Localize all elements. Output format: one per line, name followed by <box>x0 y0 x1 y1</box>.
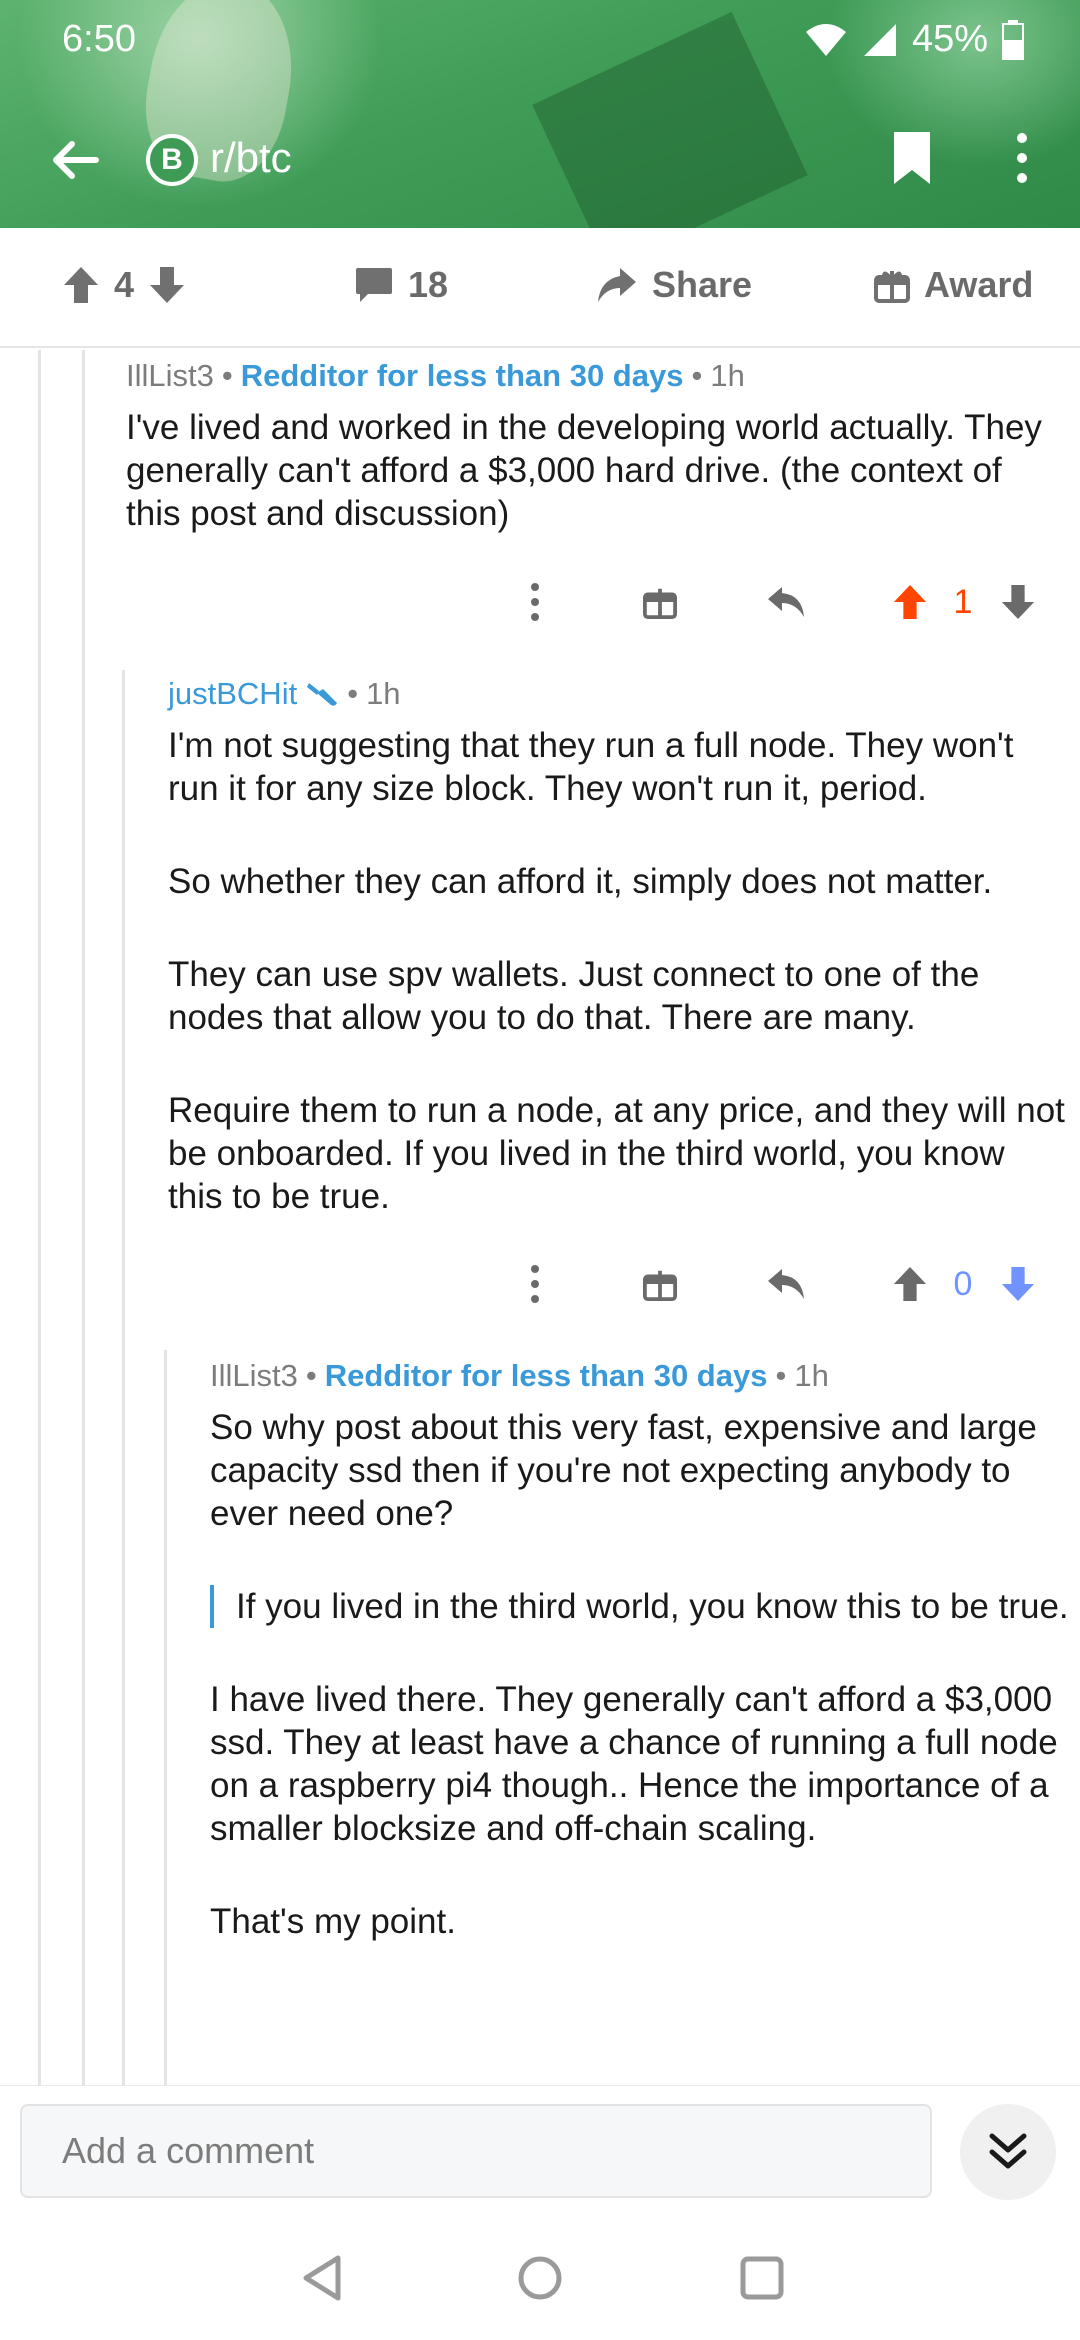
add-comment-input[interactable]: Add a comment <box>20 2104 932 2198</box>
comment-paragraph: That's my point. <box>210 1902 456 1941</box>
comment-body: I've lived and worked in the developing … <box>126 406 1046 535</box>
gift-icon <box>874 267 910 303</box>
thread-guide-line <box>122 670 125 2085</box>
share-label: Share <box>652 264 753 305</box>
status-time: 6:50 <box>62 18 136 60</box>
comment-actions: 1 <box>0 572 1080 632</box>
battery-icon <box>1002 19 1024 60</box>
gift-icon[interactable] <box>640 1264 680 1304</box>
toolbar: B r/btc <box>0 110 1080 200</box>
comment-paragraph: Require them to run a node, at any price… <box>168 1091 1065 1216</box>
comment-paragraph: They can use spv wallets. Just connect t… <box>168 955 980 1037</box>
upvote-arrow-icon[interactable] <box>890 580 930 624</box>
comment-paragraph: So whether they can afford it, simply do… <box>168 862 993 901</box>
double-chevron-down-icon <box>986 2130 1030 2174</box>
comment-actions: 0 <box>0 1254 1080 1314</box>
post-action-bar: 4 18 Share Award <box>0 228 1080 348</box>
downvote-arrow-icon[interactable] <box>148 265 186 305</box>
comment-time: 1h <box>710 358 745 393</box>
comment-meta: IllList3 • Redditor for less than 30 day… <box>126 358 745 394</box>
post-score: 4 <box>114 264 135 305</box>
reply-icon[interactable] <box>764 582 808 622</box>
comment-author[interactable]: justBCHit <box>168 676 297 712</box>
comment-paragraph: So why post about this very fast, expens… <box>210 1408 1037 1533</box>
comment-time: 1h <box>794 1358 829 1393</box>
wifi-icon <box>804 22 848 58</box>
post-vote-group: 4 <box>62 264 186 306</box>
upvote-arrow-icon[interactable] <box>62 265 100 305</box>
more-options-icon[interactable] <box>1002 128 1042 188</box>
mod-wrench-icon <box>305 679 339 709</box>
comment-time: 1h <box>366 676 401 711</box>
share-button[interactable]: Share <box>596 264 752 306</box>
bookmark-icon[interactable] <box>888 128 936 188</box>
comment-author[interactable]: IllList3 <box>126 358 214 394</box>
comment-score: 0 <box>953 1264 973 1303</box>
gift-icon[interactable] <box>640 582 680 622</box>
comment: justBCHit • 1h I'm not suggesting that t… <box>168 676 1068 1218</box>
signal-icon <box>862 22 898 58</box>
block-quote: If you lived in the third world, you kno… <box>210 1585 1070 1628</box>
comments-count: 18 <box>408 264 449 305</box>
more-options-icon[interactable] <box>520 578 550 626</box>
comment-author[interactable]: IllList3 <box>210 1358 298 1394</box>
comment: IllList3 • Redditor for less than 30 day… <box>210 1358 1070 1993</box>
comment-body: So why post about this very fast, expens… <box>210 1406 1070 1943</box>
author-flair: Redditor for less than 30 days <box>240 358 684 393</box>
downvote-arrow-icon[interactable] <box>998 580 1038 624</box>
back-arrow-icon[interactable] <box>44 130 104 190</box>
thread-guide-line <box>164 1350 167 2085</box>
comment-bar: Add a comment <box>0 2085 1080 2210</box>
comment-actions <box>0 2074 1080 2085</box>
comment-paragraph: I've lived and worked in the developing … <box>126 408 1042 533</box>
comment-paragraph: I have lived there. They generally can't… <box>210 1680 1058 1848</box>
status-icons: 45% <box>804 18 1024 61</box>
award-button[interactable]: Award <box>874 264 1033 306</box>
subreddit-name[interactable]: r/btc <box>210 134 292 182</box>
more-options-icon[interactable] <box>520 1260 550 1308</box>
downvote-arrow-icon[interactable] <box>998 1262 1038 1306</box>
comment-meta: IllList3 • Redditor for less than 30 day… <box>210 1358 829 1394</box>
comment-paragraph: I'm not suggesting that they run a full … <box>168 726 1014 808</box>
upvote-arrow-icon[interactable] <box>890 1262 930 1306</box>
comment-thread: IllList3 • Redditor for less than 30 day… <box>0 350 1080 2085</box>
nav-home-icon[interactable] <box>510 2248 570 2308</box>
nav-back-icon[interactable] <box>292 2248 352 2308</box>
comments-count-button[interactable]: 18 <box>354 264 448 306</box>
subreddit-header: 6:50 45% B r/btc <box>0 0 1080 228</box>
subreddit-icon[interactable]: B <box>146 134 198 186</box>
comment-score: 1 <box>953 582 973 621</box>
share-arrow-icon <box>596 266 638 304</box>
comment-bubble-icon <box>354 266 394 304</box>
reply-icon[interactable] <box>764 1264 808 1304</box>
comment: IllList3 • Redditor for less than 30 day… <box>126 358 1046 535</box>
collapse-thread-button[interactable] <box>960 2104 1056 2200</box>
nav-recents-icon[interactable] <box>732 2248 792 2308</box>
status-bar: 6:50 45% <box>0 0 1080 80</box>
comment-meta: justBCHit • 1h <box>168 676 401 712</box>
system-nav-bar <box>0 2210 1080 2340</box>
battery-percent: 45% <box>911 18 988 60</box>
author-flair: Redditor for less than 30 days <box>324 1358 768 1393</box>
award-label: Award <box>924 264 1034 305</box>
comment-body: I'm not suggesting that they run a full … <box>168 724 1068 1218</box>
